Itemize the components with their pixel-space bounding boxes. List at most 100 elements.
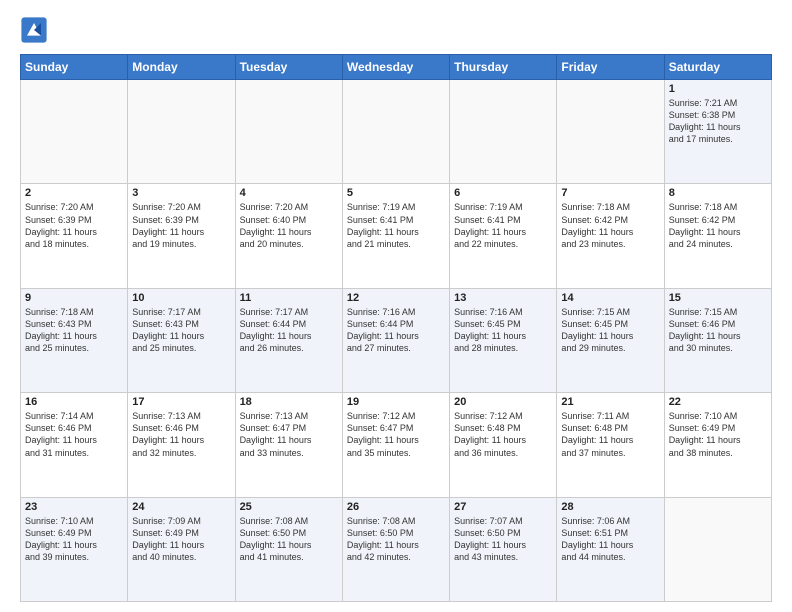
- calendar-week-row: 1Sunrise: 7:21 AM Sunset: 6:38 PM Daylig…: [21, 80, 772, 184]
- calendar-day-cell: 9 Sunrise: 7:18 AM Sunset: 6:43 PM Daylig…: [21, 288, 128, 392]
- day-number: 16: [25, 396, 123, 408]
- day-number: 4: [240, 187, 338, 199]
- day-number: 15: [669, 292, 767, 304]
- day-number: 11: [240, 292, 338, 304]
- day-number: 7: [561, 187, 659, 199]
- calendar-week-row: 23 Sunrise: 7:10 AM Sunset: 6:49 PM Dayli…: [21, 497, 772, 601]
- day-number: 18: [240, 396, 338, 408]
- calendar-day-cell: [21, 80, 128, 184]
- weekday-header-thursday: Thursday: [450, 55, 557, 80]
- day-info: Sunrise: 7:07 AM Sunset: 6:50 PM Dayligh…: [454, 515, 552, 564]
- weekday-header-row: SundayMondayTuesdayWednesdayThursdayFrid…: [21, 55, 772, 80]
- calendar-day-cell: 23 Sunrise: 7:10 AM Sunset: 6:49 PM Dayli…: [21, 497, 128, 601]
- day-info: Sunrise: 7:18 AM Sunset: 6:42 PM Dayligh…: [669, 201, 767, 250]
- calendar-day-cell: 6 Sunrise: 7:19 AM Sunset: 6:41 PM Daylig…: [450, 184, 557, 288]
- calendar-day-cell: 26 Sunrise: 7:08 AM Sunset: 6:50 PM Dayli…: [342, 497, 449, 601]
- day-number: 21: [561, 396, 659, 408]
- logo: [20, 16, 50, 44]
- day-number: 20: [454, 396, 552, 408]
- calendar-day-cell: 19Sunrise: 7:12 AM Sunset: 6:47 PM Dayli…: [342, 393, 449, 497]
- calendar-day-cell: 14Sunrise: 7:15 AM Sunset: 6:45 PM Dayli…: [557, 288, 664, 392]
- calendar-day-cell: 20 Sunrise: 7:12 AM Sunset: 6:48 PM Dayli…: [450, 393, 557, 497]
- day-info: Sunrise: 7:15 AM Sunset: 6:45 PM Dayligh…: [561, 306, 659, 355]
- day-number: 23: [25, 501, 123, 513]
- day-number: 3: [132, 187, 230, 199]
- day-number: 26: [347, 501, 445, 513]
- calendar-day-cell: 15 Sunrise: 7:15 AM Sunset: 6:46 PM Dayli…: [664, 288, 771, 392]
- calendar-day-cell: [664, 497, 771, 601]
- calendar-day-cell: 18 Sunrise: 7:13 AM Sunset: 6:47 PM Dayli…: [235, 393, 342, 497]
- calendar-week-row: 9 Sunrise: 7:18 AM Sunset: 6:43 PM Daylig…: [21, 288, 772, 392]
- calendar-day-cell: [342, 80, 449, 184]
- day-info: Sunrise: 7:08 AM Sunset: 6:50 PM Dayligh…: [240, 515, 338, 564]
- day-info: Sunrise: 7:15 AM Sunset: 6:46 PM Dayligh…: [669, 306, 767, 355]
- day-info: Sunrise: 7:12 AM Sunset: 6:48 PM Dayligh…: [454, 410, 552, 459]
- day-number: 10: [132, 292, 230, 304]
- day-number: 22: [669, 396, 767, 408]
- calendar-day-cell: 10 Sunrise: 7:17 AM Sunset: 6:43 PM Dayli…: [128, 288, 235, 392]
- calendar-day-cell: 25 Sunrise: 7:08 AM Sunset: 6:50 PM Dayli…: [235, 497, 342, 601]
- day-number: 24: [132, 501, 230, 513]
- calendar-day-cell: [128, 80, 235, 184]
- calendar-week-row: 16Sunrise: 7:14 AM Sunset: 6:46 PM Dayli…: [21, 393, 772, 497]
- weekday-header-friday: Friday: [557, 55, 664, 80]
- calendar-day-cell: 21Sunrise: 7:11 AM Sunset: 6:48 PM Dayli…: [557, 393, 664, 497]
- calendar-day-cell: 28 Sunrise: 7:06 AM Sunset: 6:51 PM Dayli…: [557, 497, 664, 601]
- page: SundayMondayTuesdayWednesdayThursdayFrid…: [0, 0, 792, 612]
- day-info: Sunrise: 7:18 AM Sunset: 6:42 PM Dayligh…: [561, 201, 659, 250]
- weekday-header-sunday: Sunday: [21, 55, 128, 80]
- calendar-day-cell: [450, 80, 557, 184]
- calendar-day-cell: 5 Sunrise: 7:19 AM Sunset: 6:41 PM Daylig…: [342, 184, 449, 288]
- day-number: 9: [25, 292, 123, 304]
- day-number: 8: [669, 187, 767, 199]
- day-info: Sunrise: 7:20 AM Sunset: 6:39 PM Dayligh…: [132, 201, 230, 250]
- calendar-day-cell: 13 Sunrise: 7:16 AM Sunset: 6:45 PM Dayli…: [450, 288, 557, 392]
- day-info: Sunrise: 7:09 AM Sunset: 6:49 PM Dayligh…: [132, 515, 230, 564]
- day-info: Sunrise: 7:13 AM Sunset: 6:47 PM Dayligh…: [240, 410, 338, 459]
- weekday-header-saturday: Saturday: [664, 55, 771, 80]
- calendar-day-cell: [557, 80, 664, 184]
- day-number: 17: [132, 396, 230, 408]
- day-number: 5: [347, 187, 445, 199]
- day-info: Sunrise: 7:18 AM Sunset: 6:43 PM Dayligh…: [25, 306, 123, 355]
- day-info: Sunrise: 7:19 AM Sunset: 6:41 PM Dayligh…: [347, 201, 445, 250]
- calendar-table: SundayMondayTuesdayWednesdayThursdayFrid…: [20, 54, 772, 602]
- day-info: Sunrise: 7:19 AM Sunset: 6:41 PM Dayligh…: [454, 201, 552, 250]
- calendar-day-cell: 16Sunrise: 7:14 AM Sunset: 6:46 PM Dayli…: [21, 393, 128, 497]
- calendar-day-cell: 22 Sunrise: 7:10 AM Sunset: 6:49 PM Dayli…: [664, 393, 771, 497]
- day-info: Sunrise: 7:16 AM Sunset: 6:45 PM Dayligh…: [454, 306, 552, 355]
- day-number: 28: [561, 501, 659, 513]
- day-number: 2: [25, 187, 123, 199]
- day-number: 12: [347, 292, 445, 304]
- logo-icon: [20, 16, 48, 44]
- header: [20, 16, 772, 44]
- weekday-header-monday: Monday: [128, 55, 235, 80]
- day-info: Sunrise: 7:17 AM Sunset: 6:43 PM Dayligh…: [132, 306, 230, 355]
- day-info: Sunrise: 7:20 AM Sunset: 6:39 PM Dayligh…: [25, 201, 123, 250]
- day-info: Sunrise: 7:16 AM Sunset: 6:44 PM Dayligh…: [347, 306, 445, 355]
- day-info: Sunrise: 7:13 AM Sunset: 6:46 PM Dayligh…: [132, 410, 230, 459]
- day-info: Sunrise: 7:20 AM Sunset: 6:40 PM Dayligh…: [240, 201, 338, 250]
- calendar-day-cell: 17 Sunrise: 7:13 AM Sunset: 6:46 PM Dayli…: [128, 393, 235, 497]
- calendar-week-row: 2 Sunrise: 7:20 AM Sunset: 6:39 PM Daylig…: [21, 184, 772, 288]
- calendar-day-cell: 8 Sunrise: 7:18 AM Sunset: 6:42 PM Daylig…: [664, 184, 771, 288]
- day-info: Sunrise: 7:06 AM Sunset: 6:51 PM Dayligh…: [561, 515, 659, 564]
- calendar-day-cell: 12 Sunrise: 7:16 AM Sunset: 6:44 PM Dayli…: [342, 288, 449, 392]
- day-number: 6: [454, 187, 552, 199]
- calendar-day-cell: 7 Sunrise: 7:18 AM Sunset: 6:42 PM Daylig…: [557, 184, 664, 288]
- day-info: Sunrise: 7:17 AM Sunset: 6:44 PM Dayligh…: [240, 306, 338, 355]
- day-number: 25: [240, 501, 338, 513]
- day-number: 1: [669, 83, 767, 95]
- day-info: Sunrise: 7:12 AM Sunset: 6:47 PM Dayligh…: [347, 410, 445, 459]
- day-info: Sunrise: 7:08 AM Sunset: 6:50 PM Dayligh…: [347, 515, 445, 564]
- day-info: Sunrise: 7:10 AM Sunset: 6:49 PM Dayligh…: [669, 410, 767, 459]
- weekday-header-tuesday: Tuesday: [235, 55, 342, 80]
- day-info: Sunrise: 7:10 AM Sunset: 6:49 PM Dayligh…: [25, 515, 123, 564]
- calendar-day-cell: 1Sunrise: 7:21 AM Sunset: 6:38 PM Daylig…: [664, 80, 771, 184]
- calendar-day-cell: 27 Sunrise: 7:07 AM Sunset: 6:50 PM Dayli…: [450, 497, 557, 601]
- day-number: 13: [454, 292, 552, 304]
- calendar-day-cell: 4 Sunrise: 7:20 AM Sunset: 6:40 PM Daylig…: [235, 184, 342, 288]
- weekday-header-wednesday: Wednesday: [342, 55, 449, 80]
- calendar-day-cell: 24 Sunrise: 7:09 AM Sunset: 6:49 PM Dayli…: [128, 497, 235, 601]
- day-number: 27: [454, 501, 552, 513]
